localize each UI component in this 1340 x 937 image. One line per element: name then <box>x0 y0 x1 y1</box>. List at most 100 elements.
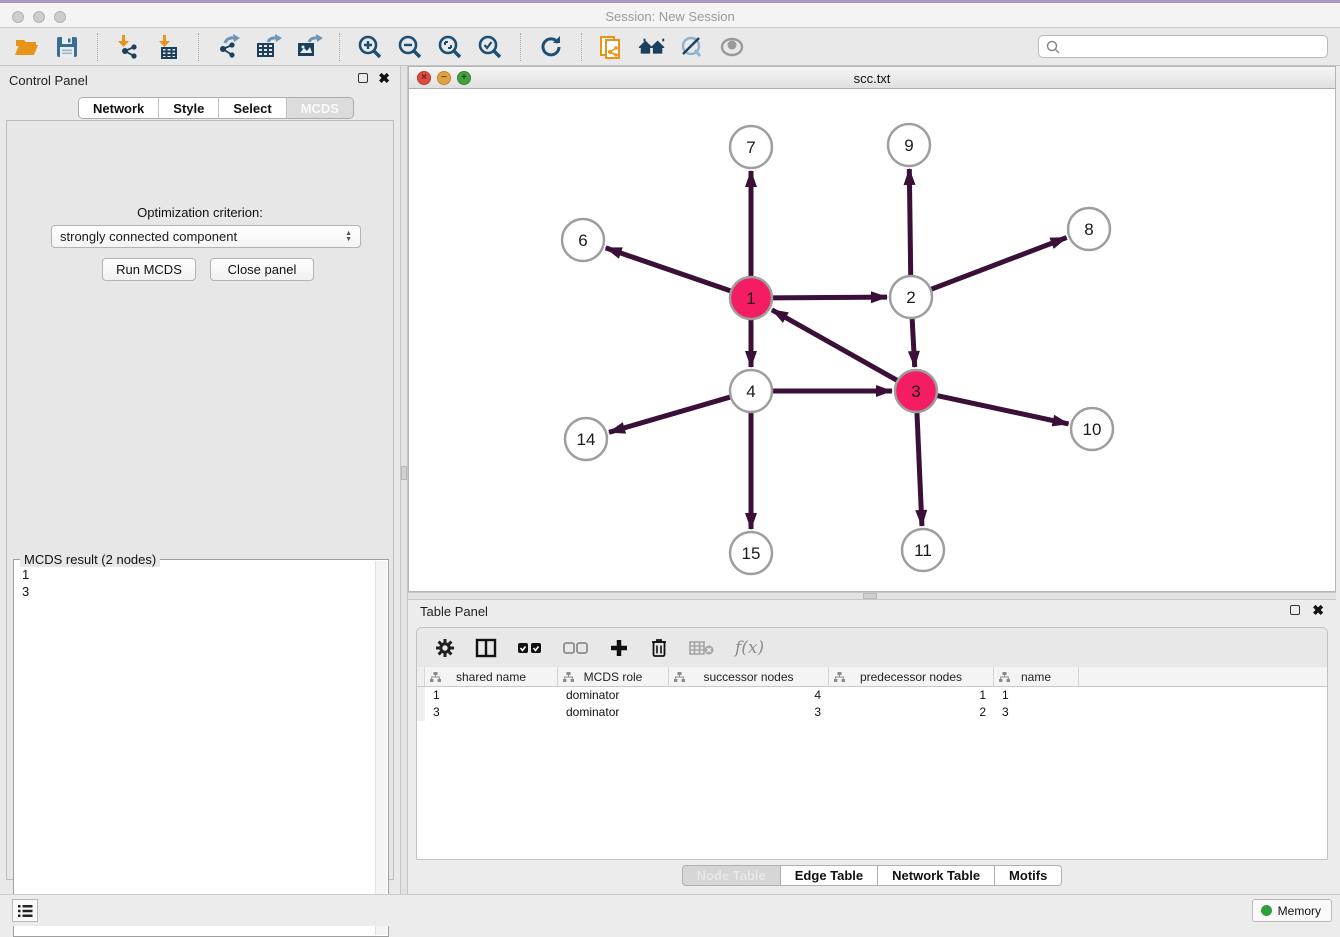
table-cell[interactable]: dominator <box>558 704 669 721</box>
close-panel-icon[interactable]: ✖ <box>378 73 390 83</box>
table-row[interactable]: 3dominator323 <box>417 704 1327 721</box>
list-icon <box>17 904 33 918</box>
graph-node-label-14: 14 <box>577 430 596 449</box>
trash-icon[interactable] <box>649 637 669 659</box>
column-header-successor-nodes[interactable]: successor nodes <box>669 667 829 686</box>
row-header-gutter <box>417 704 425 721</box>
vertical-splitter[interactable] <box>400 66 408 894</box>
graph-edge-2-3[interactable] <box>912 316 915 367</box>
zoom-in-icon[interactable] <box>355 32 385 62</box>
save-icon[interactable] <box>52 32 82 62</box>
graph-edge-1-2[interactable] <box>770 297 887 298</box>
table-rows: 1dominator4113dominator323 <box>417 687 1327 721</box>
memory-status-icon <box>1261 905 1272 916</box>
import-network-icon[interactable] <box>113 32 143 62</box>
export-image-icon[interactable] <box>294 32 324 62</box>
tab-select[interactable]: Select <box>219 98 286 118</box>
graph-node-label-2: 2 <box>906 288 915 307</box>
gear-icon[interactable] <box>435 638 455 658</box>
zoom-out-icon[interactable] <box>395 32 425 62</box>
splitter-grip[interactable] <box>401 466 407 480</box>
export-network-icon[interactable] <box>214 32 244 62</box>
graph-node-label-4: 4 <box>746 382 755 401</box>
table-cell[interactable]: 3 <box>669 704 829 721</box>
run-mcds-button[interactable]: Run MCDS <box>102 258 196 281</box>
open-folder-icon[interactable] <box>12 32 42 62</box>
table-panel: Table Panel ✖ f(x) shared nameMCDS roles… <box>408 600 1336 890</box>
splitter-grip[interactable] <box>863 593 877 599</box>
import-table-icon[interactable] <box>153 32 183 62</box>
table-cell[interactable]: dominator <box>558 687 669 704</box>
refresh-icon[interactable] <box>536 32 566 62</box>
toolbar-separator <box>198 33 199 61</box>
table-cell[interactable]: 3 <box>425 704 558 721</box>
network-canvas[interactable]: 7968124314101511 <box>409 89 1335 591</box>
table-cell[interactable]: 1 <box>425 687 558 704</box>
duplicate-network-icon[interactable] <box>597 32 627 62</box>
graph-node-label-15: 15 <box>742 544 761 563</box>
tab-mcds[interactable]: MCDS <box>287 98 353 118</box>
close-panel-button[interactable]: Close panel <box>210 258 314 281</box>
column-header-name[interactable]: name <box>994 667 1079 686</box>
search-icon <box>1045 39 1061 55</box>
graph-edge-3-1[interactable] <box>772 310 900 382</box>
search-input[interactable] <box>1061 40 1321 54</box>
network-window-titlebar[interactable]: × − + scc.txt <box>409 67 1335 89</box>
table-cell[interactable]: 1 <box>829 687 994 704</box>
split-pane-icon[interactable] <box>475 638 497 658</box>
eye-icon[interactable] <box>717 32 747 62</box>
add-icon[interactable] <box>609 638 629 658</box>
table-cell[interactable]: 2 <box>829 704 994 721</box>
app-titlebar: Session: New Session <box>0 0 1340 28</box>
graph-node-label-10: 10 <box>1083 420 1102 439</box>
mcds-result-lines[interactable]: 13 <box>14 564 374 936</box>
table-cell[interactable]: 4 <box>669 687 829 704</box>
mcds-tab-content: Optimization criterion: strongly connect… <box>6 120 394 880</box>
tab-node-table[interactable]: Node Table <box>682 865 781 886</box>
tab-network-table[interactable]: Network Table <box>878 865 995 886</box>
graph-node-label-6: 6 <box>578 231 587 250</box>
column-header-MCDS-role[interactable]: MCDS role <box>558 667 669 686</box>
column-header-predecessor-nodes[interactable]: predecessor nodes <box>829 667 994 686</box>
table-cell[interactable]: 1 <box>994 687 1079 704</box>
control-panel-header: Control Panel ✖ <box>0 66 400 96</box>
result-scrollbar[interactable] <box>375 561 387 935</box>
graph-edge-2-8[interactable] <box>929 238 1067 291</box>
column-header-shared-name[interactable]: shared name <box>425 667 558 686</box>
control-panel-tabs: Network Style Select MCDS <box>78 97 354 119</box>
tab-style[interactable]: Style <box>159 98 219 118</box>
tab-edge-table[interactable]: Edge Table <box>781 865 878 886</box>
horizontal-splitter[interactable] <box>408 592 1336 600</box>
graph-edge-1-6[interactable] <box>606 248 733 292</box>
criterion-select-value: strongly connected component <box>60 229 237 244</box>
float-panel-icon[interactable] <box>1290 605 1300 615</box>
export-table-icon[interactable] <box>254 32 284 62</box>
row-header-gutter <box>417 667 425 686</box>
memory-button[interactable]: Memory <box>1252 899 1332 922</box>
graph-edge-3-11[interactable] <box>917 410 922 526</box>
close-panel-icon[interactable]: ✖ <box>1312 605 1324 615</box>
tab-motifs[interactable]: Motifs <box>995 865 1062 886</box>
graph-edge-3-10[interactable] <box>935 395 1069 424</box>
zoom-fit-icon[interactable] <box>435 32 465 62</box>
home-icon[interactable] <box>637 32 667 62</box>
deselect-all-icon[interactable] <box>563 639 589 657</box>
node-table: f(x) shared nameMCDS rolesuccessor nodes… <box>416 627 1328 860</box>
row-header-gutter <box>417 687 425 704</box>
graph-edge-2-9[interactable] <box>909 169 910 278</box>
graph-edges[interactable] <box>606 169 1069 529</box>
optimization-criterion-label: Optimization criterion: <box>7 205 393 220</box>
table-row[interactable]: 1dominator411 <box>417 687 1327 704</box>
float-panel-icon[interactable] <box>358 73 368 83</box>
criterion-select[interactable]: strongly connected component ▲▼ <box>51 225 361 248</box>
main-toolbar <box>0 28 1340 66</box>
table-cell[interactable]: 3 <box>994 704 1079 721</box>
select-all-icon[interactable] <box>517 639 543 657</box>
search-field[interactable] <box>1038 35 1328 58</box>
task-history-button[interactable] <box>12 899 38 922</box>
toolbar-separator <box>581 33 582 61</box>
hide-icon[interactable] <box>677 32 707 62</box>
tab-network[interactable]: Network <box>79 98 159 118</box>
graph-edge-4-14[interactable] <box>609 396 733 432</box>
zoom-selected-icon[interactable] <box>475 32 505 62</box>
